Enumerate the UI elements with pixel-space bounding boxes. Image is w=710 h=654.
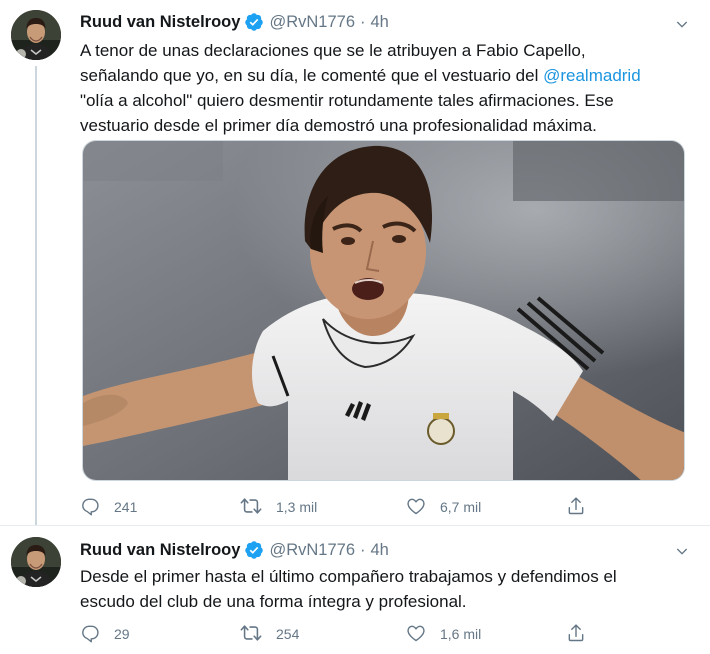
retweet-button[interactable]: 254 <box>240 622 299 646</box>
tweet-text-line: Desde el primer hasta el último compañer… <box>80 567 617 586</box>
reply-icon <box>80 496 100 519</box>
like-button[interactable]: 6,7 mil <box>406 495 481 519</box>
retweet-count: 1,3 mil <box>276 499 318 515</box>
tweet-header: Ruud van Nistelrooy @RvN1776 · 4h <box>80 538 389 562</box>
reply-button[interactable]: 241 <box>80 495 137 519</box>
retweet-count: 254 <box>276 626 300 642</box>
tweet-actions: 241 1,3 mil 6,7 mil <box>80 495 600 519</box>
heart-icon <box>406 623 426 646</box>
tweet-text-fragment: señalando que yo, en su día, le comenté … <box>80 66 544 85</box>
mention-link[interactable]: @realmadrid <box>543 66 641 85</box>
tweet-text-line: A tenor de unas declaraciones que se le … <box>80 41 586 60</box>
timestamp[interactable]: 4h <box>371 13 389 32</box>
verified-badge-icon <box>244 12 264 32</box>
retweet-button[interactable]: 1,3 mil <box>240 495 317 519</box>
heart-icon <box>406 496 426 519</box>
share-button[interactable] <box>566 495 586 519</box>
reply-button[interactable]: 29 <box>80 622 130 646</box>
author-name[interactable]: Ruud van Nistelrooy <box>80 541 240 560</box>
retweet-icon <box>240 622 262 647</box>
retweet-icon <box>240 495 262 520</box>
tweet-photo[interactable] <box>82 140 685 481</box>
reply-count: 241 <box>114 499 138 515</box>
tweet-text: Desde el primer hasta el último compañer… <box>80 564 692 614</box>
like-count: 1,6 mil <box>440 626 482 642</box>
share-button[interactable] <box>566 622 586 646</box>
tweet[interactable]: Ruud van Nistelrooy @RvN1776 · 4h Desde … <box>0 525 710 654</box>
author-handle[interactable]: @RvN1776 <box>269 13 355 32</box>
tweet-text-line: escudo del club de una forma íntegra y p… <box>80 592 467 611</box>
chevron-down-icon[interactable] <box>672 14 692 34</box>
tweet-text-line: "olía a alcohol" quiero desmentir rotund… <box>80 91 614 110</box>
player-photo <box>83 141 684 480</box>
tweet-header: Ruud van Nistelrooy @RvN1776 · 4h <box>80 10 389 34</box>
tweet-text-line: vestuario desde el primer día demostró u… <box>80 116 597 135</box>
like-count: 6,7 mil <box>440 499 482 515</box>
share-icon <box>566 496 586 519</box>
avatar[interactable] <box>11 10 61 60</box>
like-button[interactable]: 1,6 mil <box>406 622 481 646</box>
tweet-text-line: señalando que yo, en su día, le comenté … <box>80 63 692 88</box>
separator-dot: · <box>360 540 366 559</box>
tweet-text: A tenor de unas declaraciones que se le … <box>80 38 692 138</box>
avatar[interactable] <box>11 537 61 587</box>
author-handle[interactable]: @RvN1776 <box>269 541 355 560</box>
chevron-down-icon[interactable] <box>672 541 692 561</box>
thread-connector-line <box>35 66 37 526</box>
share-icon <box>566 623 586 646</box>
timestamp[interactable]: 4h <box>371 541 389 560</box>
reply-count: 29 <box>114 626 130 642</box>
tweet-actions: 29 254 1,6 mil <box>80 622 600 646</box>
tweet[interactable]: Ruud van Nistelrooy @RvN1776 · 4h A teno… <box>0 0 710 526</box>
verified-badge-icon <box>244 540 264 560</box>
separator-dot: · <box>360 12 366 31</box>
reply-icon <box>80 623 100 646</box>
author-name[interactable]: Ruud van Nistelrooy <box>80 13 240 32</box>
